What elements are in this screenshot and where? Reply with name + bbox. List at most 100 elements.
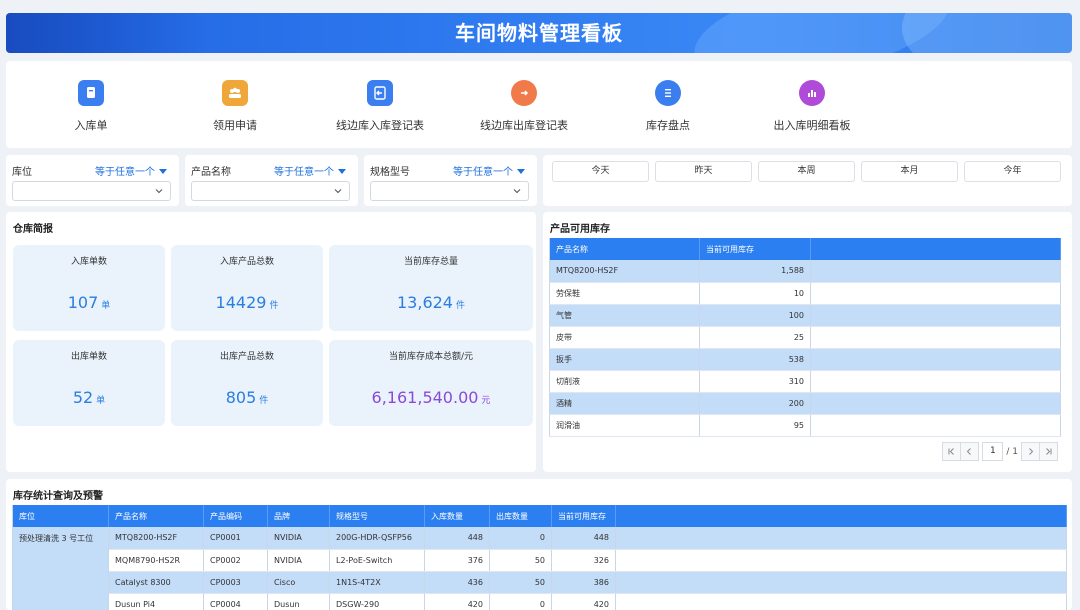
page-total: / 1 [1006,446,1018,457]
prev-page-button[interactable] [960,442,980,461]
nav-label: 库存盘点 [646,119,690,132]
column-header[interactable]: 出库数量 [489,505,552,527]
date-yesterday-button[interactable]: 昨天 [655,161,752,182]
line-inbound-icon [367,80,393,106]
nav-inventory-check[interactable]: 库存盘点 [598,80,738,133]
nav-line-inbound[interactable]: 线边库入库登记表 [310,80,450,133]
stat-value: 107 单 [67,293,111,312]
product-name-cell: Dusun Pi4 [108,593,204,610]
table-row[interactable]: 酒精 200 [549,392,1061,415]
product-code-cell: CP0004 [203,593,268,610]
nav-line-outbound[interactable]: 线边库出库登记表 [454,80,594,133]
nav-requisition[interactable]: 领用申请 [165,80,305,133]
table-row[interactable]: 切削液 310 [549,370,1061,393]
stock-table: 产品名称 当前可用库存 MTQ8200-HS2F 1,588 劳保鞋 10 气管 10… [549,238,1061,437]
product-name-select[interactable] [191,181,350,201]
stat-label: 入库单数 [70,257,107,267]
spec-cell: DSGW-290 [329,593,425,610]
table-row[interactable]: 预处理清洗 3 号工位 MTQ8200-HS2F CP0001 NVIDIA 2… [12,527,1067,610]
date-this-year-button[interactable]: 今年 [964,161,1061,182]
stat-card: 出库单数 52 单 [13,340,165,426]
product-name-cell: MQM8790-HS2R [108,549,204,572]
date-this-week-button[interactable]: 本周 [758,161,855,182]
stat-label: 当前库存成本总额/元 [388,352,474,362]
outbound-qty-cell: 0 [489,593,552,610]
detail-board-icon [799,80,825,106]
inbound-qty-cell: 376 [424,549,490,572]
first-page-button[interactable] [942,442,962,461]
caret-down-icon [338,169,346,174]
product-name-cell: Catalyst 8300 [108,571,204,594]
stat-value: 52 单 [72,388,106,407]
column-header[interactable]: 当前可用库存 [699,238,811,260]
spec-model-select[interactable] [370,181,529,201]
shortcut-nav: 入库单 领用申请 线边库入库登记表 线边库出库登记表 库存盘点 出入库明细看板 [6,61,1072,148]
table-row[interactable]: Catalyst 8300 CP0003 Cisco 1N1S-4T2X 436… [13,571,1067,594]
stat-card: 当前库存成本总额/元 6,161,540.00 元 [329,340,533,426]
available-stock-cell: 386 [551,571,616,594]
nav-detail-board[interactable]: 出入库明细看板 [742,80,882,133]
last-page-button[interactable] [1039,442,1058,461]
product-name-cell: 润滑油 [549,414,700,437]
chevron-right-icon [1029,448,1034,455]
stock-cell: 95 [699,414,811,437]
outbound-qty-cell: 0 [489,527,552,550]
inventory-table: 库位 产品名称 产品编码 品牌 规格型号 入库数量 出库数量 当前可用库存 预处… [12,505,1067,610]
stat-value: 6,161,540.00 元 [371,388,491,407]
location-select[interactable] [12,181,171,201]
caret-down-icon [159,169,167,174]
stat-label: 出库产品总数 [219,352,274,362]
table-row[interactable]: MQM8790-HS2R CP0002 NVIDIA L2-PoE-Switch… [13,549,1067,572]
stock-cell: 25 [699,326,811,349]
filter-operator-dropdown[interactable]: 等于任意一个 [274,163,346,178]
table-row[interactable]: 皮带 25 [549,326,1061,349]
stock-cell: 1,588 [699,260,811,283]
warehouse-summary-panel: 仓库简报 入库单数 107 单 入库产品总数 14429 件 当前库存总量 13,6… [6,212,536,472]
outbound-qty-cell: 50 [489,571,552,594]
inbound-qty-cell: 420 [424,593,490,610]
page-number-input[interactable]: 1 [982,442,1004,461]
section-title: 产品可用库存 [550,224,610,235]
nav-inbound-form[interactable]: 入库单 [21,80,161,133]
table-row[interactable]: 扳手 538 [549,348,1061,371]
column-header[interactable]: 规格型号 [329,505,425,527]
date-today-button[interactable]: 今天 [552,161,649,182]
table-row[interactable]: 润滑油 95 [549,414,1061,437]
caret-down-icon [517,169,525,174]
filter-operator-dropdown[interactable]: 等于任意一个 [95,163,167,178]
filter-location: 库位 等于任意一个 [6,155,179,206]
table-row[interactable]: Dusun Pi4 CP0004 Dusun DSGW-290 420 0 42… [13,593,1067,610]
table-row[interactable]: 劳保鞋 10 [549,282,1061,305]
next-page-button[interactable] [1021,442,1040,461]
section-title: 库存统计查询及预警 [13,491,103,502]
column-header[interactable]: 产品名称 [108,505,204,527]
product-name-cell: 皮带 [549,326,700,349]
column-header[interactable]: 当前可用库存 [551,505,616,527]
column-header[interactable]: 产品编码 [203,505,268,527]
stock-cell: 10 [699,282,811,305]
column-header[interactable]: 库位 [12,505,109,527]
page-title: 车间物料管理看板 [455,21,623,45]
available-stock-cell: 326 [551,549,616,572]
date-this-month-button[interactable]: 本月 [861,161,958,182]
table-row[interactable]: MTQ8200-HS2F 1,588 [549,260,1061,283]
product-name-cell: 劳保鞋 [549,282,700,305]
filter-operator-dropdown[interactable]: 等于任意一个 [453,163,525,178]
table-row[interactable]: 气管 100 [549,304,1061,327]
column-header[interactable]: 产品名称 [549,238,700,260]
stat-card: 当前库存总量 13,624 件 [329,245,533,331]
column-header[interactable]: 品牌 [267,505,330,527]
stat-label: 出库单数 [70,352,107,362]
table-header-row: 库位 产品名称 产品编码 品牌 规格型号 入库数量 出库数量 当前可用库存 [12,505,1067,527]
brand-cell: NVIDIA [267,549,330,572]
column-header[interactable]: 入库数量 [424,505,490,527]
outbound-qty-cell: 50 [489,549,552,572]
brand-cell: Dusun [267,593,330,610]
first-page-icon [948,448,955,455]
last-page-icon [1046,448,1052,455]
dashboard-page: 车间物料管理看板 入库单 领用申请 线边库入库登记表 线边库出库登记表 库存盘点… [0,0,1080,610]
product-name-cell: MTQ8200-HS2F [108,527,204,550]
stat-value: 14429 件 [215,293,279,312]
section-title: 仓库简报 [13,224,53,235]
nav-label: 领用申请 [213,119,257,132]
